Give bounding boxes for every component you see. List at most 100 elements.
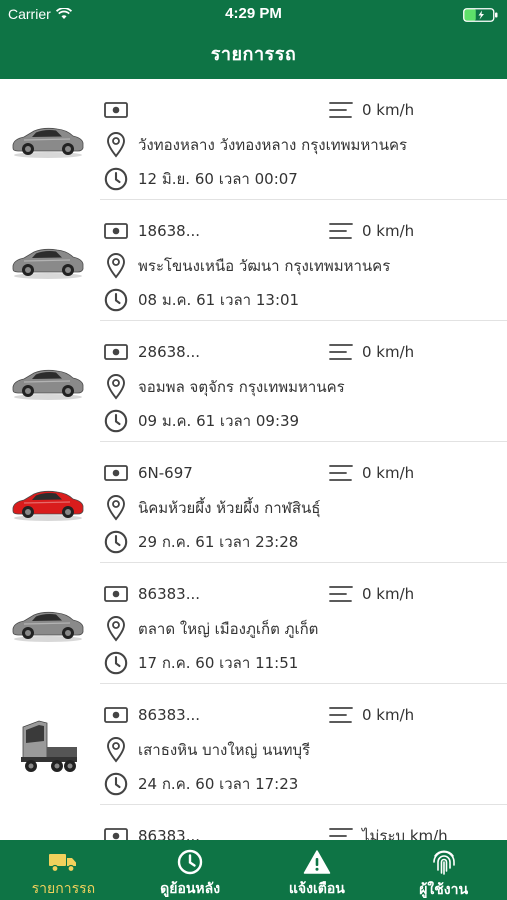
license-plate-icon (103, 339, 129, 365)
speed-icon (328, 460, 354, 486)
fingerprint-icon (429, 848, 459, 876)
license-plate-icon (103, 702, 129, 728)
license-plate-icon (103, 823, 129, 840)
tab-label: ผู้ใช้งาน (419, 882, 469, 898)
car-image (8, 588, 88, 663)
datetime-line: 09 ม.ค. 61 เวลา 09:39 (103, 408, 299, 434)
datetime-text: 08 ม.ค. 61 เวลา 13:01 (138, 291, 300, 309)
speed-field: 0 km/h (328, 339, 414, 365)
warning-icon (302, 848, 332, 875)
vehicle-row[interactable]: 0 km/h วังทองหลาง วังทองหลาง กรุงเทพมหานค… (0, 79, 507, 200)
plate-speed-line: 86383... 0 km/h (103, 581, 414, 607)
speed-field: 0 km/h (328, 97, 414, 123)
datetime-text: 17 ก.ค. 60 เวลา 11:51 (138, 654, 299, 672)
speed-value: 0 km/h (362, 222, 415, 240)
plate-speed-line: 0 km/h (103, 97, 414, 123)
tab-alerts[interactable]: แจ้งเตือน (254, 840, 381, 900)
plate-speed-line: 6N-697 0 km/h (103, 460, 414, 486)
plate-speed-line: 18638... 0 km/h (103, 218, 414, 244)
car-image (8, 104, 88, 179)
tab-label: แจ้งเตือน (288, 881, 345, 897)
location-line: จอมพล จตุจักร กรุงเทพมหานคร (103, 374, 345, 400)
vehicle-row[interactable]: 6N-697 0 km/h นิคมห้วยผึ้ง ห้วยผึ้ง กาฬสิน… (0, 442, 507, 563)
clock-icon (103, 166, 129, 192)
speed-value: 0 km/h (362, 343, 415, 361)
location-text: จอมพล จตุจักร กรุงเทพมหานคร (138, 378, 345, 396)
vehicle-list[interactable]: 0 km/h วังทองหลาง วังทองหลาง กรุงเทพมหานค… (0, 79, 507, 840)
truck-icon (48, 848, 78, 875)
license-plate-icon (103, 97, 129, 123)
tab-history[interactable]: ดูย้อนหลัง (127, 840, 254, 900)
plate-speed-line: 28638... 0 km/h (103, 339, 414, 365)
location-pin-icon (103, 737, 129, 763)
vehicle-row[interactable]: 86383... ไม่ระบุ km/h (0, 805, 507, 840)
location-pin-icon (103, 253, 129, 279)
clock-icon (103, 771, 129, 797)
speed-value: 0 km/h (362, 585, 415, 603)
datetime-line: 29 ก.ค. 61 เวลา 23:28 (103, 529, 298, 555)
clock-time: 4:29 PM (225, 5, 282, 22)
tab-label: รายการรถ (31, 881, 96, 897)
datetime-text: 24 ก.ค. 60 เวลา 17:23 (138, 775, 299, 793)
clock-icon (103, 408, 129, 434)
tab-bar: รายการรถ ดูย้อนหลัง แจ้งเตือน ผู้ใช้งาน (0, 840, 507, 900)
plate-speed-line: 86383... ไม่ระบุ km/h (103, 823, 448, 840)
location-line: นิคมห้วยผึ้ง ห้วยผึ้ง กาฬสินธุ์ (103, 495, 320, 521)
plate-number: 86383... (138, 827, 201, 840)
car-image (8, 830, 88, 840)
tab-users[interactable]: ผู้ใช้งาน (380, 840, 507, 900)
license-plate-icon (103, 218, 129, 244)
battery-icon (463, 8, 498, 22)
vehicle-row[interactable]: 86383... 0 km/h เสาธงหิน บางใหญ่ นนทบุรี 24… (0, 684, 507, 805)
tab-label: ดูย้อนหลัง (160, 881, 221, 897)
vehicle-row[interactable]: 18638... 0 km/h พระโขนงเหนือ วัฒนา กรุงเทพ… (0, 200, 507, 321)
location-pin-icon (103, 495, 129, 521)
clock-icon (103, 287, 129, 313)
speed-field: 0 km/h (328, 702, 414, 728)
location-line: ตลาด ใหญ่ เมืองภูเก็ต ภูเก็ต (103, 616, 318, 642)
license-plate-icon (103, 460, 129, 486)
location-pin-icon (103, 132, 129, 158)
speed-icon (328, 339, 354, 365)
car-image (8, 467, 88, 542)
plate-speed-line: 86383... 0 km/h (103, 702, 414, 728)
location-text: วังทองหลาง วังทองหลาง กรุงเทพมหานคร (138, 136, 408, 154)
license-plate-icon (103, 581, 129, 607)
speed-field: ไม่ระบุ km/h (328, 823, 448, 840)
location-text: เสาธงหิน บางใหญ่ นนทบุรี (138, 741, 311, 759)
datetime-text: 29 ก.ค. 61 เวลา 23:28 (138, 533, 299, 551)
plate-number: 86383... (138, 706, 201, 724)
location-pin-icon (103, 616, 129, 642)
location-line: พระโขนงเหนือ วัฒนา กรุงเทพมหานคร (103, 253, 390, 279)
speed-value: 0 km/h (362, 464, 415, 482)
car-image (8, 225, 88, 300)
plate-number: 18638... (138, 222, 201, 240)
navigation-bar: รายการรถ (0, 28, 507, 79)
page-title: รายการรถ (210, 44, 297, 65)
location-line: เสาธงหิน บางใหญ่ นนทบุรี (103, 737, 310, 763)
speed-value: ไม่ระบุ km/h (362, 827, 448, 840)
datetime-text: 12 มิ.ย. 60 เวลา 00:07 (138, 170, 298, 188)
datetime-line: 24 ก.ค. 60 เวลา 17:23 (103, 771, 298, 797)
vehicle-row[interactable]: 86383... 0 km/h ตลาด ใหญ่ เมืองภูเก็ต ภูเก… (0, 563, 507, 684)
location-text: ตลาด ใหญ่ เมืองภูเก็ต ภูเก็ต (138, 620, 319, 638)
plate-number: 6N-697 (138, 464, 193, 482)
speed-field: 0 km/h (328, 581, 414, 607)
location-pin-icon (103, 374, 129, 400)
speed-icon (328, 97, 354, 123)
tab-vehicle-list[interactable]: รายการรถ (0, 840, 127, 900)
location-line: วังทองหลาง วังทองหลาง กรุงเทพมหานคร (103, 132, 407, 158)
datetime-line: 12 มิ.ย. 60 เวลา 00:07 (103, 166, 298, 192)
speed-icon (328, 823, 354, 840)
plate-number: 28638... (138, 343, 201, 361)
speed-icon (328, 702, 354, 728)
speed-value: 0 km/h (362, 706, 415, 724)
location-text: นิคมห้วยผึ้ง ห้วยผึ้ง กาฬสินธุ์ (138, 499, 321, 517)
speed-icon (328, 581, 354, 607)
vehicle-row[interactable]: 28638... 0 km/h จอมพล จตุจักร กรุงเทพมหานค… (0, 321, 507, 442)
location-text: พระโขนงเหนือ วัฒนา กรุงเทพมหานคร (138, 257, 391, 275)
speed-icon (328, 218, 354, 244)
status-bar: Carrier 4:29 PM (0, 0, 507, 28)
clock-icon (103, 650, 129, 676)
datetime-text: 09 ม.ค. 61 เวลา 09:39 (138, 412, 300, 430)
